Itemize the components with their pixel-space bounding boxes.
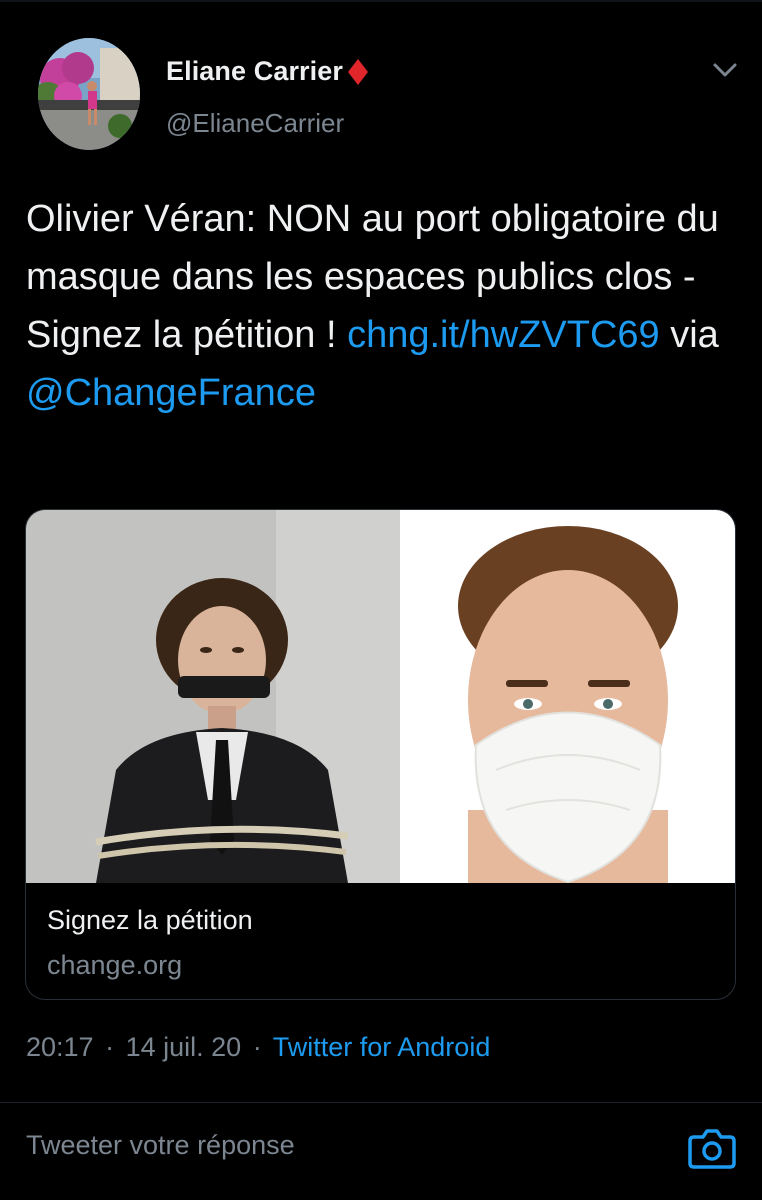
reply-input[interactable]: Tweeter votre réponse xyxy=(26,1130,295,1161)
author-name-row[interactable]: Eliane Carrier xyxy=(166,56,369,87)
card-title: Signez la pétition xyxy=(47,905,253,935)
camera-icon[interactable] xyxy=(688,1127,736,1169)
tweet-meta: 20:17 · 14 juil. 20 · Twitter for Androi… xyxy=(26,1032,490,1063)
avatar[interactable] xyxy=(38,38,140,150)
bottom-edge xyxy=(0,1190,762,1200)
tweet-source-link[interactable]: Twitter for Android xyxy=(273,1032,491,1062)
mention-link[interactable]: @ChangeFrance xyxy=(26,372,316,414)
avatar-image xyxy=(38,38,140,150)
tweet-link[interactable]: chng.it/hwZVTC69 xyxy=(347,314,660,356)
meta-separator-2: · xyxy=(252,1032,262,1062)
chevron-down-icon[interactable] xyxy=(710,58,740,82)
tweet-date: 14 juil. 20 xyxy=(125,1032,242,1062)
reply-divider xyxy=(0,1102,762,1103)
tweet-text: Olivier Véran: NON au port obligatoire d… xyxy=(26,190,726,422)
red-diamond-icon xyxy=(347,57,369,87)
top-divider xyxy=(0,0,762,2)
card-preview-image xyxy=(26,510,735,883)
link-preview-card[interactable]: Signez la pétition change.org xyxy=(25,509,736,1000)
tweet-header: Eliane Carrier @ElianeCarrier xyxy=(38,38,738,158)
author-display-name[interactable]: Eliane Carrier xyxy=(166,56,343,87)
author-handle[interactable]: @ElianeCarrier xyxy=(166,108,344,139)
meta-separator: · xyxy=(105,1032,115,1062)
card-domain: change.org xyxy=(47,950,183,980)
tweet-via: via xyxy=(659,314,719,356)
tweet-time: 20:17 xyxy=(26,1032,94,1062)
